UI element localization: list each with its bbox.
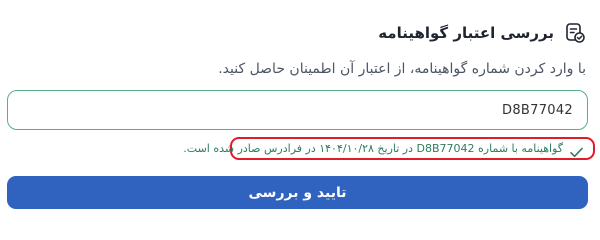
checkmark-icon [570, 143, 583, 158]
certificate-number-input[interactable]: D8B77042 [7, 90, 588, 130]
confirm-button[interactable]: تایید و بررسی [7, 176, 588, 209]
panel-header: بررسی اعتبار گواهینامه [378, 22, 586, 44]
certificate-verification-panel: بررسی اعتبار گواهینامه با وارد کردن شمار… [0, 0, 600, 219]
verification-message: گواهینامه با شماره D8B77042 در تاریخ ۱۴۰… [183, 142, 563, 155]
page-title: بررسی اعتبار گواهینامه [378, 24, 554, 42]
verification-result: گواهینامه با شماره D8B77042 در تاریخ ۱۴۰… [183, 137, 595, 160]
certificate-number-value: D8B77042 [502, 103, 573, 118]
certificate-check-icon [564, 22, 586, 44]
description-text: با وارد کردن شماره گواهینامه، از اعتبار … [218, 61, 586, 77]
